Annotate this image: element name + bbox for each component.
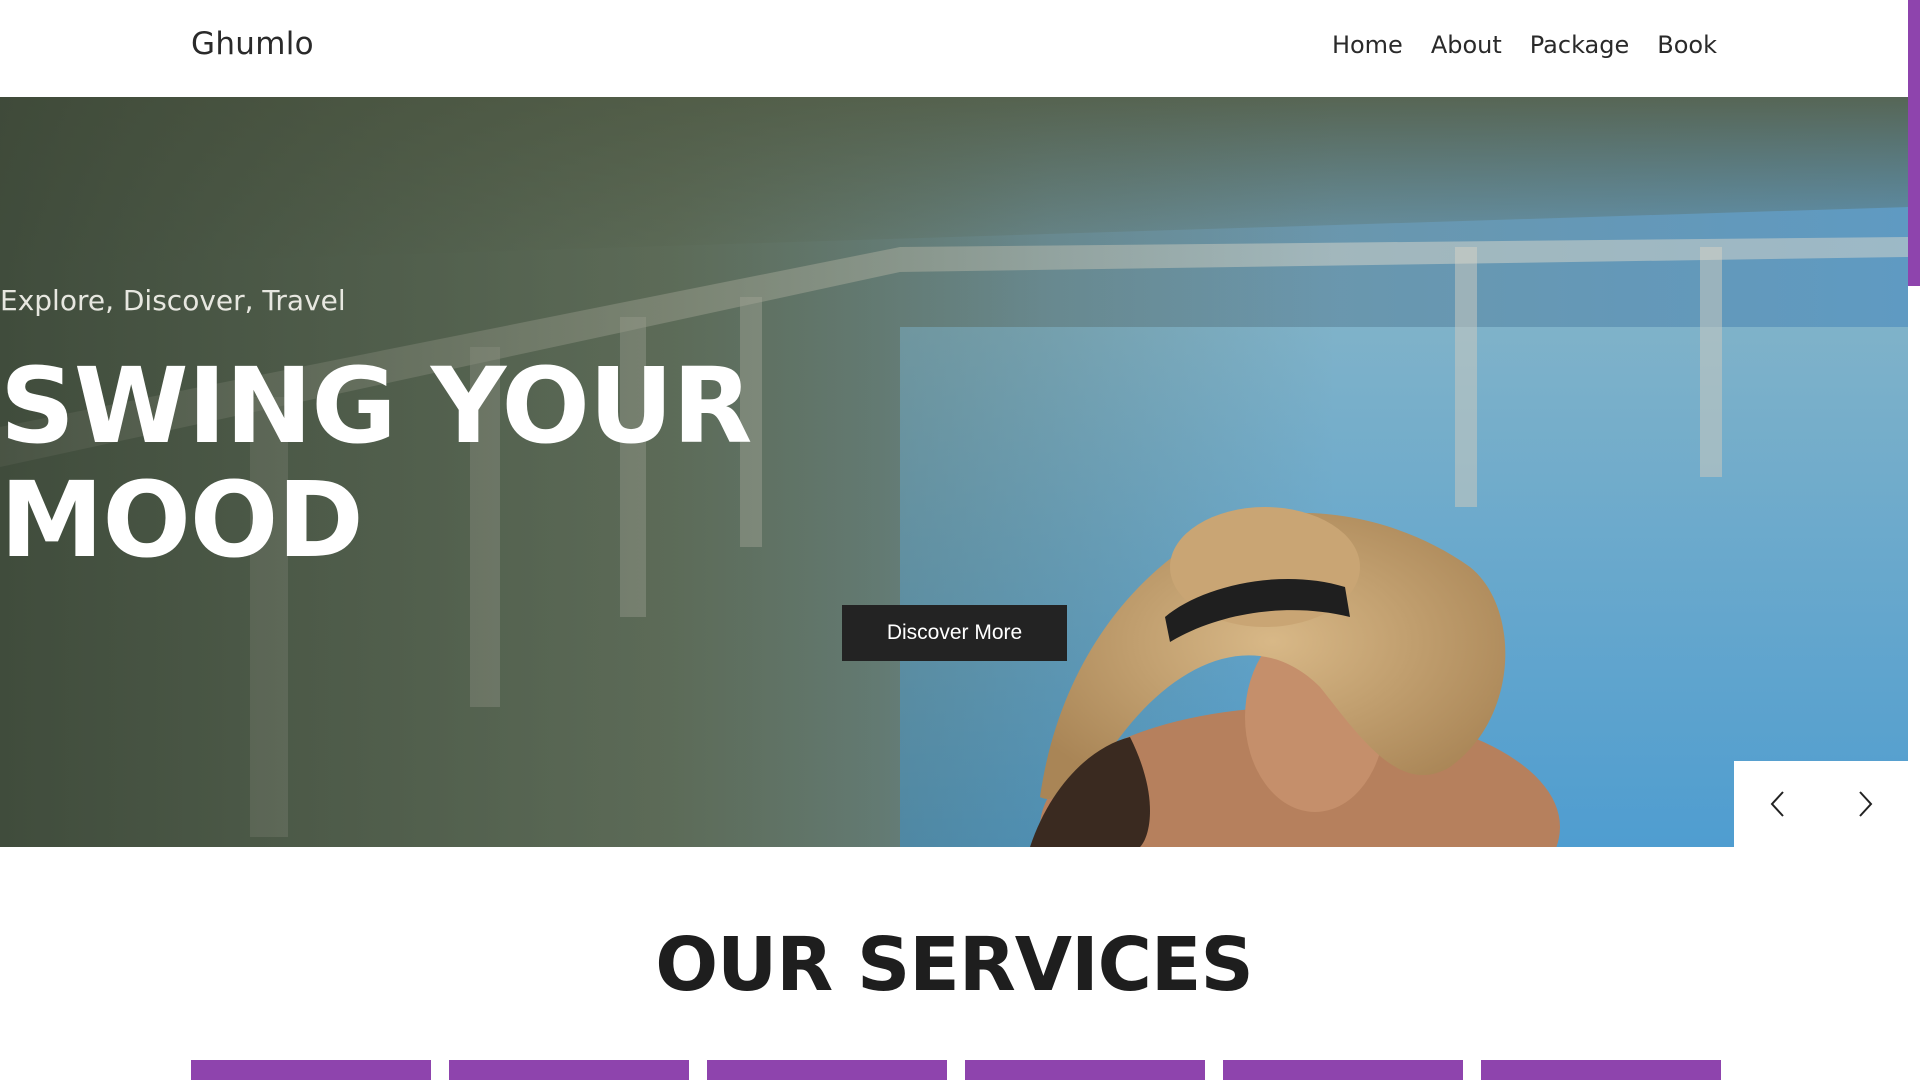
hero-title-line2: MOOD <box>0 459 364 581</box>
services-heading: OUR SERVICES <box>655 922 1254 1008</box>
slider-controls <box>1734 761 1908 847</box>
service-card[interactable] <box>191 1060 431 1080</box>
service-card[interactable] <box>1481 1060 1721 1080</box>
scrollbar-thumb[interactable] <box>1908 0 1920 286</box>
hero-title-line1: SWING YOUR <box>0 345 752 467</box>
discover-more-button[interactable]: Discover More <box>842 605 1067 661</box>
service-card[interactable] <box>707 1060 947 1080</box>
hero-title: SWING YOUR MOOD <box>0 349 1908 577</box>
slider-prev-button[interactable] <box>1734 761 1821 847</box>
hero-subtitle: Explore, Discover, Travel <box>0 284 346 317</box>
service-card[interactable] <box>1223 1060 1463 1080</box>
nav-home[interactable]: Home <box>1332 31 1403 59</box>
page-scrollbar[interactable] <box>1908 0 1920 1080</box>
hero-slider: Explore, Discover, Travel SWING YOUR MOO… <box>0 97 1908 847</box>
site-logo[interactable]: Ghumlo <box>191 26 314 62</box>
nav-book[interactable]: Book <box>1657 31 1717 59</box>
main-nav: Home About Package Book <box>1304 31 1717 59</box>
chevron-right-icon <box>1858 791 1872 817</box>
chevron-left-icon <box>1770 791 1784 817</box>
nav-about[interactable]: About <box>1431 31 1502 59</box>
slider-next-button[interactable] <box>1821 761 1908 847</box>
nav-package[interactable]: Package <box>1530 31 1629 59</box>
service-card[interactable] <box>965 1060 1205 1080</box>
site-header: Ghumlo Home About Package Book <box>0 0 1908 97</box>
service-card[interactable] <box>449 1060 689 1080</box>
services-cards <box>191 1060 1721 1080</box>
